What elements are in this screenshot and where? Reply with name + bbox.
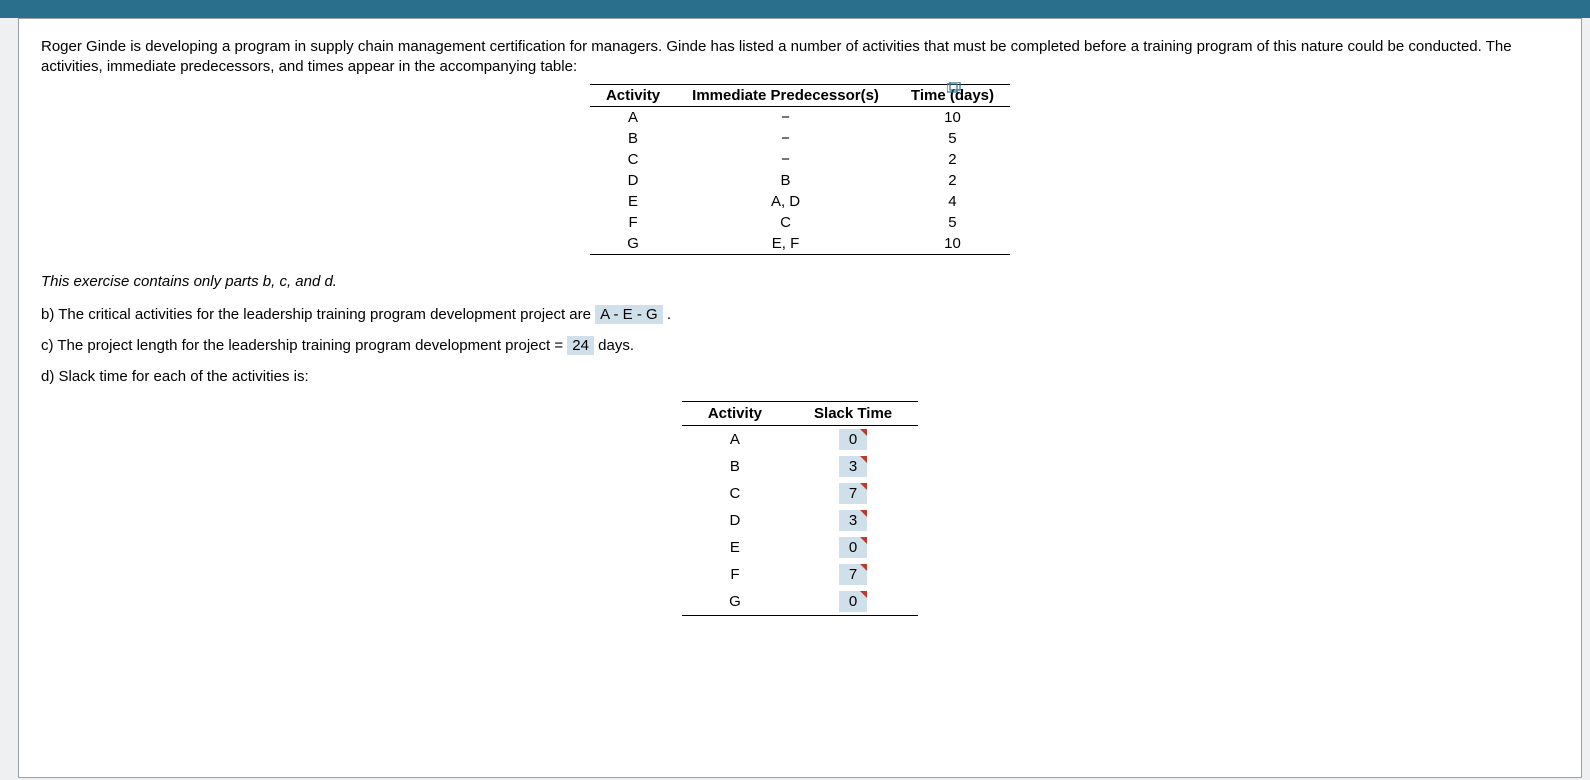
cell-slack: 7 xyxy=(788,561,918,588)
table-row: D 3 xyxy=(682,507,918,534)
table-row: F C 5 xyxy=(590,212,1010,233)
cell-activity: D xyxy=(590,170,676,191)
cell-slack: 0 xyxy=(788,588,918,616)
cell-predecessor: − xyxy=(676,128,895,149)
table-row: G E, F 10 xyxy=(590,233,1010,255)
table-header-row: Activity Slack Time xyxy=(682,401,918,425)
cell-time: 5 xyxy=(895,212,1010,233)
cell-predecessor: C xyxy=(676,212,895,233)
cell-slack: 7 xyxy=(788,480,918,507)
cell-predecessor: E, F xyxy=(676,233,895,255)
slack-input[interactable]: 7 xyxy=(839,564,867,585)
cell-activity: E xyxy=(590,191,676,212)
part-b-text: b) The critical activities for the leade… xyxy=(41,306,595,323)
part-d: d) Slack time for each of the activities… xyxy=(41,368,1559,385)
table-row: E A, D 4 xyxy=(590,191,1010,212)
cell-time: 10 xyxy=(895,106,1010,128)
part-b-answer[interactable]: A - E - G xyxy=(595,305,663,324)
part-b-after: . xyxy=(667,306,671,323)
question-panel: Roger Ginde is developing a program in s… xyxy=(18,18,1582,778)
top-bar xyxy=(0,0,1590,18)
part-b: b) The critical activities for the leade… xyxy=(41,306,1559,323)
table-row: A − 10 xyxy=(590,106,1010,128)
slack-input[interactable]: 0 xyxy=(839,591,867,612)
col-activity: Activity xyxy=(682,401,788,425)
slack-input[interactable]: 3 xyxy=(839,456,867,477)
cell-slack: 3 xyxy=(788,507,918,534)
cell-activity: E xyxy=(682,534,788,561)
popout-icon[interactable] xyxy=(947,82,961,93)
cell-time: 2 xyxy=(895,170,1010,191)
slack-input[interactable]: 7 xyxy=(839,483,867,504)
cell-activity: A xyxy=(590,106,676,128)
cell-activity: C xyxy=(590,149,676,170)
cell-activity: C xyxy=(682,480,788,507)
table-row: C 7 xyxy=(682,480,918,507)
col-predecessors: Immediate Predecessor(s) xyxy=(676,84,895,106)
cell-time: 5 xyxy=(895,128,1010,149)
slack-input[interactable]: 3 xyxy=(839,510,867,531)
cell-activity: B xyxy=(682,453,788,480)
slack-table-wrap: Activity Slack Time A 0 B 3 C 7 D xyxy=(41,401,1559,616)
exercise-note: This exercise contains only parts b, c, … xyxy=(41,273,1559,290)
part-c-answer[interactable]: 24 xyxy=(567,336,594,355)
cell-activity: D xyxy=(682,507,788,534)
cell-activity: A xyxy=(682,425,788,453)
table-row: A 0 xyxy=(682,425,918,453)
cell-predecessor: A, D xyxy=(676,191,895,212)
cell-predecessor: B xyxy=(676,170,895,191)
table-row: B 3 xyxy=(682,453,918,480)
cell-activity: F xyxy=(590,212,676,233)
part-c: c) The project length for the leadership… xyxy=(41,337,1559,354)
cell-activity: G xyxy=(590,233,676,255)
table-row: B − 5 xyxy=(590,128,1010,149)
slack-input[interactable]: 0 xyxy=(839,429,867,450)
activities-table-wrap: Activity Immediate Predecessor(s) Time (… xyxy=(41,84,1559,255)
cell-activity: G xyxy=(682,588,788,616)
cell-slack: 0 xyxy=(788,425,918,453)
cell-slack: 3 xyxy=(788,453,918,480)
part-c-text: c) The project length for the leadership… xyxy=(41,337,567,354)
col-slack: Slack Time xyxy=(788,401,918,425)
cell-slack: 0 xyxy=(788,534,918,561)
slack-table: Activity Slack Time A 0 B 3 C 7 D xyxy=(682,401,918,616)
activities-table: Activity Immediate Predecessor(s) Time (… xyxy=(590,84,1010,255)
cell-time: 2 xyxy=(895,149,1010,170)
cell-time: 4 xyxy=(895,191,1010,212)
table-row: G 0 xyxy=(682,588,918,616)
col-activity: Activity xyxy=(590,84,676,106)
table-row: E 0 xyxy=(682,534,918,561)
cell-activity: B xyxy=(590,128,676,149)
slack-input[interactable]: 0 xyxy=(839,537,867,558)
table-row: C − 2 xyxy=(590,149,1010,170)
table-row: D B 2 xyxy=(590,170,1010,191)
intro-text: Roger Ginde is developing a program in s… xyxy=(41,37,1559,78)
cell-time: 10 xyxy=(895,233,1010,255)
table-row: F 7 xyxy=(682,561,918,588)
cell-predecessor: − xyxy=(676,149,895,170)
cell-activity: F xyxy=(682,561,788,588)
part-c-after: days. xyxy=(598,337,634,354)
cell-predecessor: − xyxy=(676,106,895,128)
